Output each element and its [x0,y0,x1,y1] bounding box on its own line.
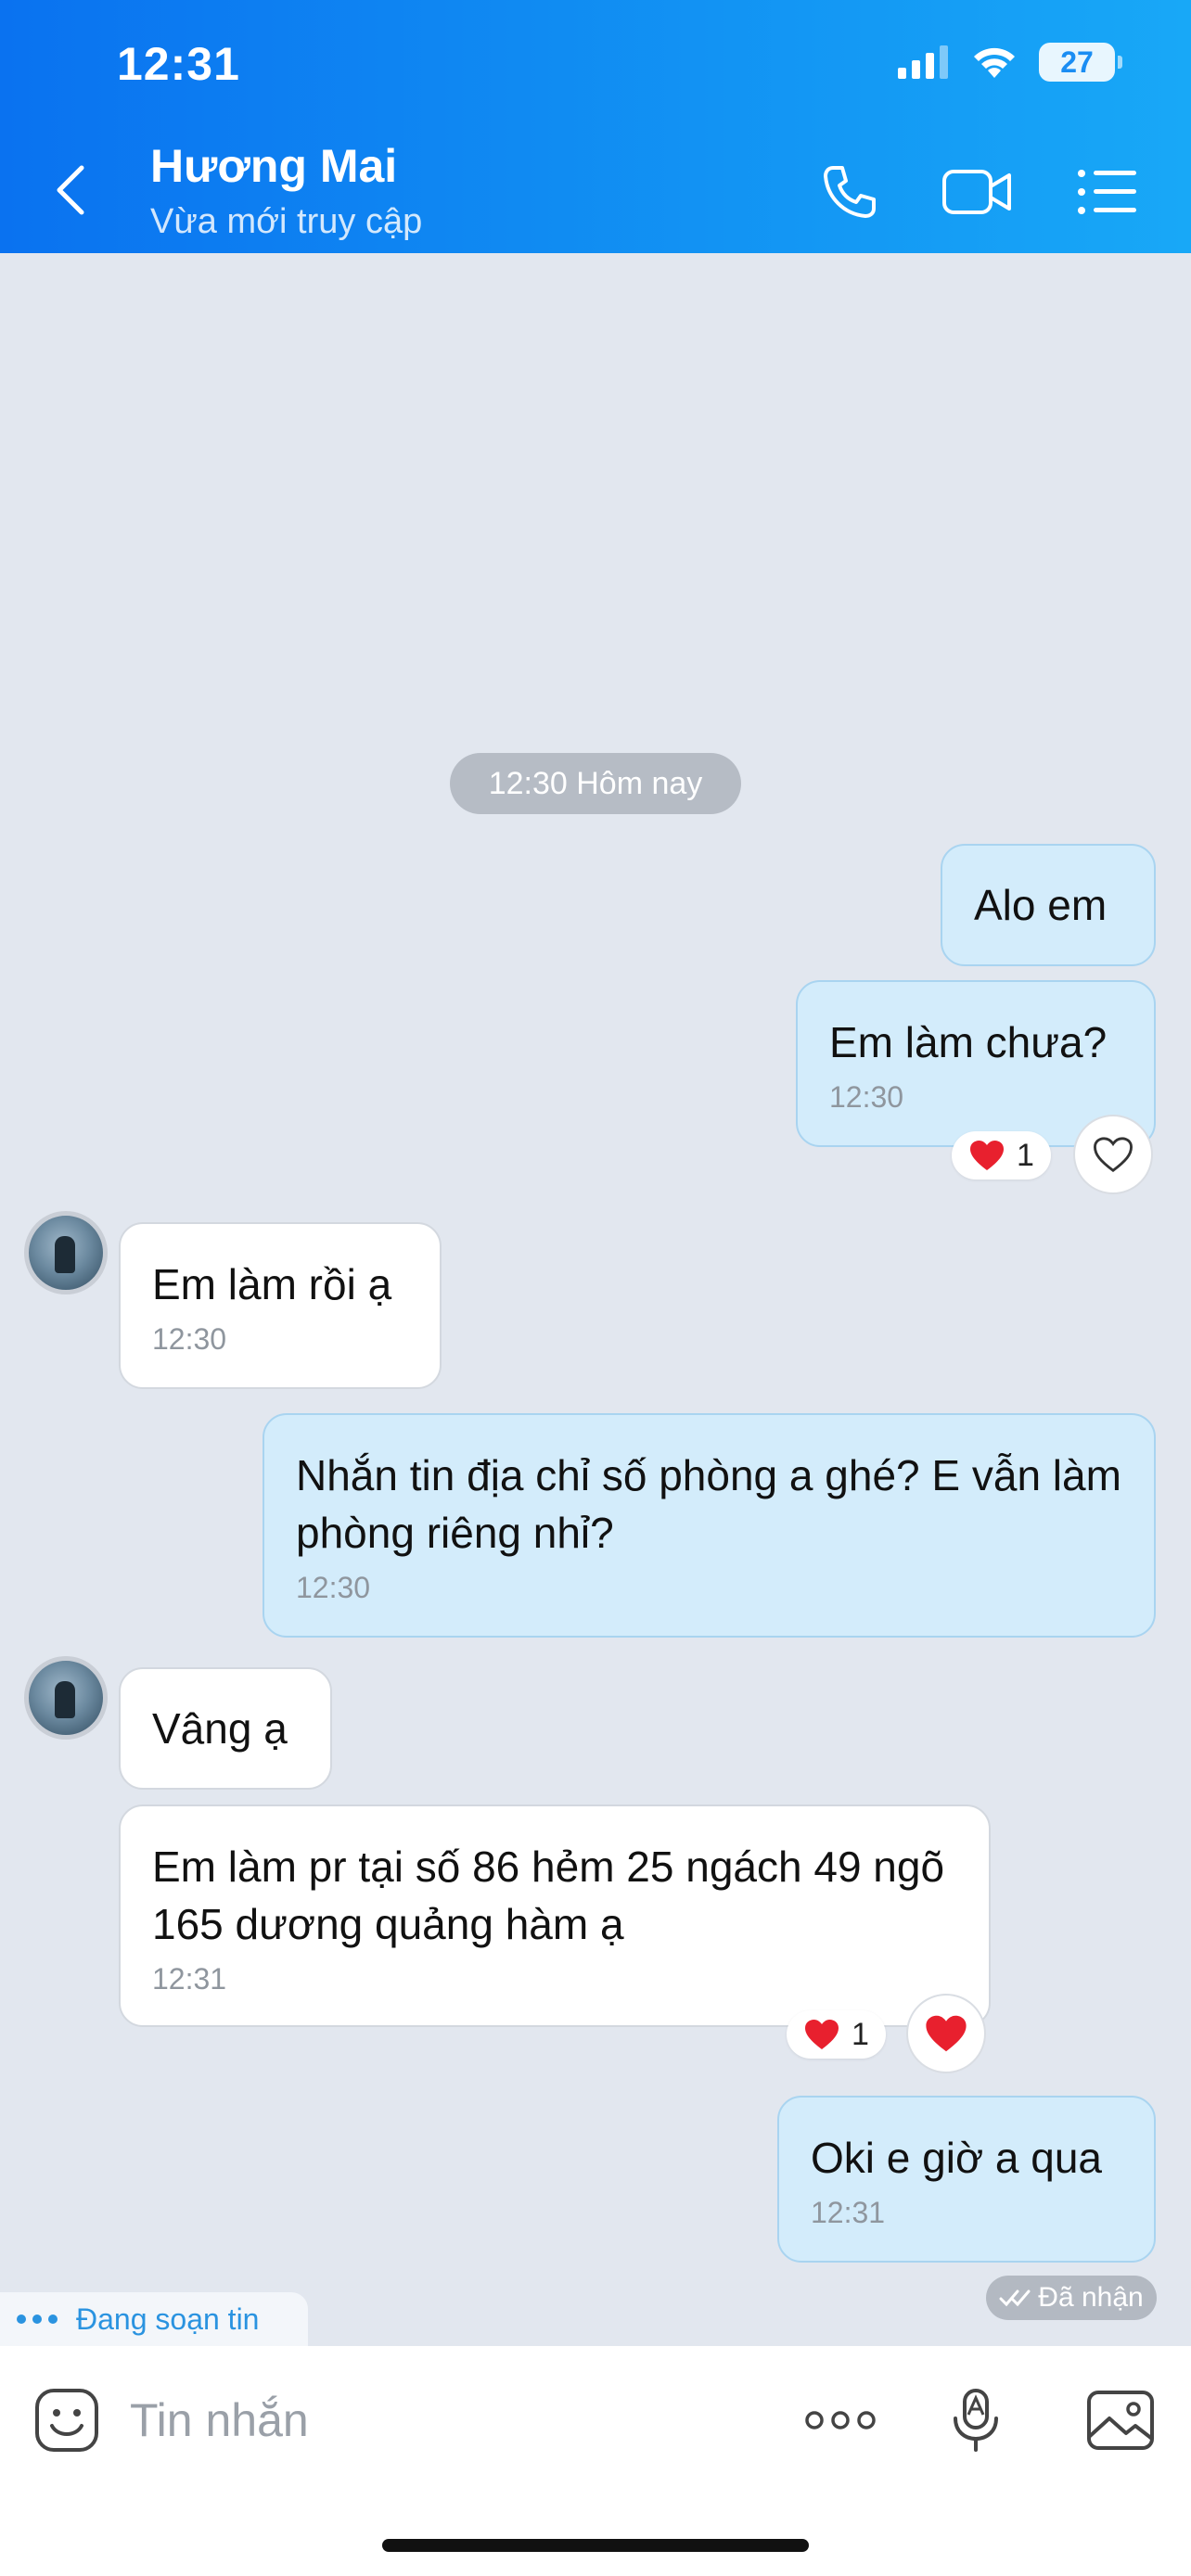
heart-outline-icon [1094,1137,1133,1173]
delivered-label: Đã nhận [1038,2282,1144,2313]
message-text: Em làm rồi ạ [152,1260,392,1308]
message-input[interactable]: Tin nhắn [130,2383,649,2457]
message-bubble-incoming[interactable]: Em làm rồi ạ 12:30 [119,1222,442,1389]
home-indicator[interactable] [382,2539,809,2552]
wifi-icon [974,47,1015,78]
contact-status: Vừa mới truy cập [150,202,423,241]
delivered-status: Đã nhận [986,2276,1157,2320]
image-icon [1087,2391,1154,2450]
heart-icon [805,2020,839,2049]
reaction-count: 1 [852,2016,869,2052]
message-text: Oki e giờ a qua [811,2134,1103,2182]
react-button[interactable] [1073,1115,1153,1194]
reaction-count: 1 [1017,1137,1034,1173]
message-time: 12:30 [829,1080,904,1114]
heart-icon [926,2015,967,2052]
video-camera-icon [942,170,1011,214]
message-text: Em làm pr tại số 86 hẻm 25 ngách 49 ngõ … [152,1843,945,1948]
message-text: Em làm chưa? [829,1018,1108,1066]
microphone-icon [954,2389,998,2452]
battery-indicator: 27 [1039,43,1122,82]
chat-header: 12:31 27 Hương Mai Vừa mới truy cập [0,0,1191,253]
status-time: 12:31 [117,38,240,90]
voice-message-button[interactable] [929,2374,1022,2467]
phone-icon [824,166,876,218]
message-text: Alo em [974,881,1108,929]
contact-name[interactable]: Hương Mai [150,139,397,193]
more-dots-icon [805,2411,876,2429]
heart-icon [970,1141,1004,1170]
message-time: 12:30 [152,1322,227,1356]
typing-dots-icon [17,2315,58,2324]
typing-label: Đang soạn tin [76,2302,260,2336]
emoji-icon [35,2389,98,2452]
message-bubble-incoming[interactable]: Vâng ạ [119,1667,332,1790]
message-text: Nhắn tin địa chỉ số phòng a ghé? E vẫn l… [296,1451,1121,1557]
status-icons: 27 [898,43,1122,82]
menu-button[interactable] [1070,159,1145,224]
message-time: 12:30 [296,1571,371,1604]
double-check-icon [999,2289,1031,2307]
react-button[interactable] [906,1994,986,2073]
contact-avatar[interactable] [24,1656,108,1740]
list-menu-icon [1078,170,1136,214]
more-options-button[interactable] [794,2374,887,2467]
photo-button[interactable] [1074,2374,1167,2467]
message-bubble-outgoing[interactable]: Oki e giờ a qua 12:31 [777,2096,1156,2263]
message-bubble-outgoing[interactable]: Alo em [941,844,1156,966]
video-call-button[interactable] [941,159,1015,224]
back-button[interactable] [54,158,106,223]
date-separator: 12:30 Hôm nay [450,753,741,814]
contact-avatar[interactable] [24,1211,108,1294]
sticker-button[interactable] [20,2374,113,2467]
message-time: 12:31 [811,2196,886,2229]
signal-icon [898,45,948,79]
composer-bar: Tin nhắn [0,2346,1191,2576]
reaction-summary[interactable]: 1 [952,1131,1051,1180]
message-bubble-incoming[interactable]: Em làm pr tại số 86 hẻm 25 ngách 49 ngõ … [119,1804,991,2027]
message-bubble-outgoing[interactable]: Nhắn tin địa chỉ số phòng a ghé? E vẫn l… [263,1413,1156,1638]
typing-indicator: Đang soạn tin [0,2292,308,2346]
voice-call-button[interactable] [813,159,887,224]
chevron-left-icon [57,165,84,215]
message-text: Vâng ạ [152,1704,288,1753]
message-time: 12:31 [152,1962,227,1996]
reaction-summary[interactable]: 1 [787,2010,886,2059]
